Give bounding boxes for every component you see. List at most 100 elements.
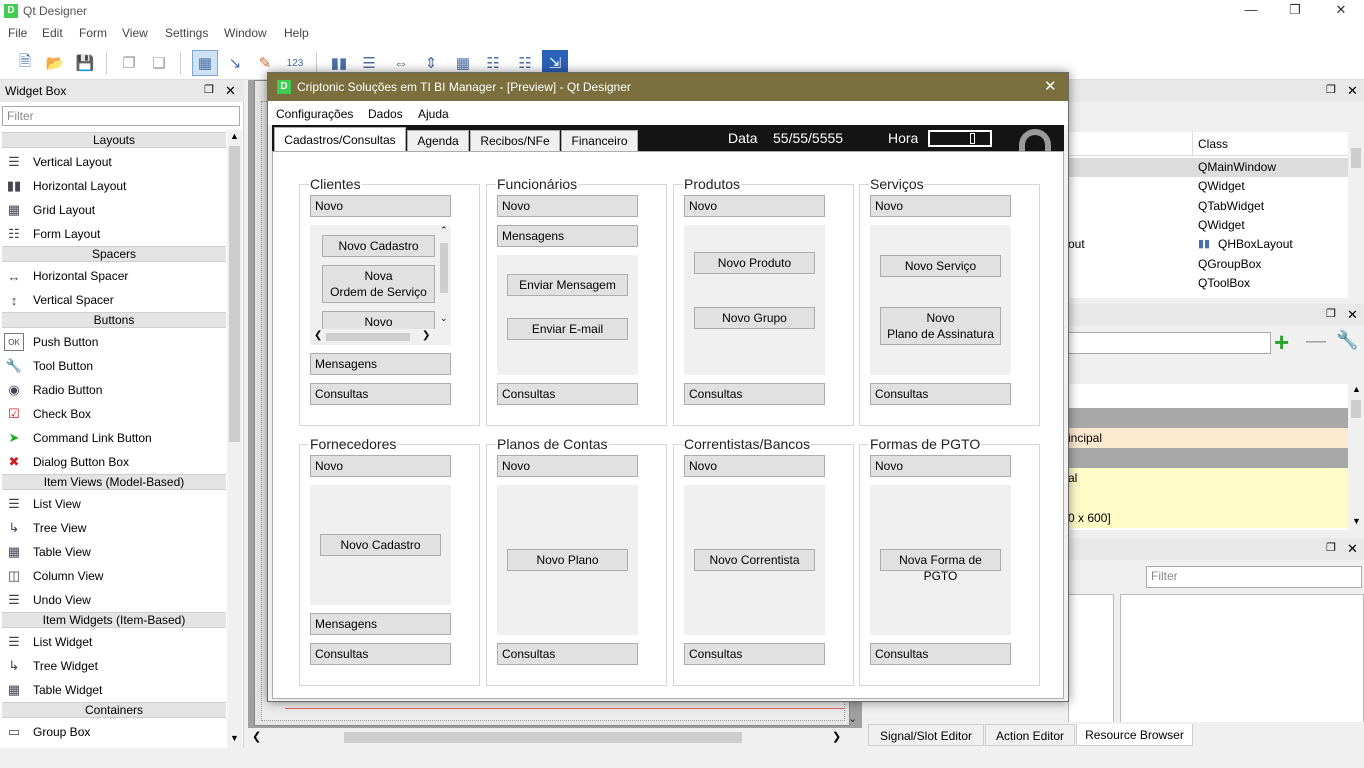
novo-button[interactable]: Novo (870, 195, 1011, 217)
widget-item-vertical-spacer[interactable]: ↕ Vertical Spacer (4, 288, 224, 312)
inner-vscrollbar[interactable]: ⌃ ⌄ (437, 225, 451, 329)
scroll-up-icon[interactable]: ▲ (1352, 384, 1361, 394)
inner-button-enviar-mensagem[interactable]: Enviar Mensagem (507, 274, 628, 296)
configure-icon[interactable]: 🔧 (1336, 330, 1358, 351)
close-icon[interactable]: ✕ (1347, 307, 1358, 323)
close-icon[interactable]: ✕ (1347, 541, 1358, 557)
widget-item-table-widget[interactable]: ▦ Table Widget (4, 678, 224, 702)
widget-item-command-link-button[interactable]: ➤ Command Link Button (4, 426, 224, 450)
tab-recibos-nfe[interactable]: Recibos/NFe (470, 130, 560, 152)
float-icon[interactable]: ❐ (1326, 307, 1336, 320)
mdi-hscrollbar[interactable]: ❮ ❯ (248, 728, 862, 748)
object-row[interactable]: QWidget (1068, 177, 1348, 196)
novo-button[interactable]: Novo (497, 195, 638, 217)
object-row[interactable]: QMainWindow (1068, 158, 1348, 177)
menu-settings[interactable]: Settings (165, 26, 208, 40)
property-row[interactable] (1068, 408, 1364, 428)
consultas-button[interactable]: Consultas (684, 383, 825, 405)
widget-item-table-view[interactable]: ▦ Table View (4, 540, 224, 564)
menu-configuracoes[interactable]: Configurações (276, 107, 353, 121)
inner-button-nova-ordem-de-servico[interactable]: Nova Ordem de Serviço (322, 265, 435, 303)
widget-item-radio-button[interactable]: ◉ Radio Button (4, 378, 224, 402)
consultas-button[interactable]: Consultas (870, 643, 1011, 665)
consultas-button[interactable]: Consultas (310, 383, 451, 405)
consultas-button[interactable]: Consultas (497, 643, 638, 665)
scroll-thumb[interactable] (1351, 148, 1361, 168)
menu-file[interactable]: File (8, 26, 27, 40)
novo-button[interactable]: Novo (684, 455, 825, 477)
mensagens-button[interactable]: Mensagens (497, 225, 638, 247)
menu-form[interactable]: Form (79, 26, 107, 40)
scroll-thumb[interactable] (1351, 400, 1361, 418)
tab-financeiro[interactable]: Financeiro (561, 130, 638, 152)
class-column-header[interactable]: Class (1198, 137, 1228, 151)
scroll-thumb[interactable] (344, 732, 742, 743)
bring-to-front-icon[interactable]: ❏ (146, 50, 172, 76)
scroll-down-icon[interactable]: ▼ (1352, 516, 1361, 526)
object-row[interactable]: QGroupBox (1068, 255, 1348, 274)
inner-button-enviar-e-mail[interactable]: Enviar E-mail (507, 318, 628, 340)
widget-box-scrollbar[interactable]: ▲ ▼ (227, 130, 242, 748)
object-row[interactable]: out ▮▮ QHBoxLayout (1068, 235, 1348, 254)
category-spacers[interactable]: Spacers (2, 246, 226, 262)
inner-button-novo-produto[interactable]: Novo Produto (694, 252, 815, 274)
save-form-icon[interactable]: 💾 (72, 50, 98, 76)
edit-signals-slots-icon[interactable]: ↘ (222, 50, 248, 76)
menu-edit[interactable]: Edit (42, 26, 63, 40)
float-icon[interactable]: ❐ (1326, 541, 1336, 554)
tab-action-editor[interactable]: Action Editor (985, 724, 1075, 746)
object-tree-scrollbar[interactable] (1348, 132, 1364, 298)
tab-agenda[interactable]: Agenda (407, 130, 469, 152)
widget-item-tree-widget[interactable]: ↳ Tree Widget (4, 654, 224, 678)
float-icon[interactable]: ❐ (1326, 83, 1336, 96)
property-row[interactable] (1068, 488, 1364, 508)
scroll-down-icon[interactable]: ▼ (230, 733, 239, 743)
widget-item-column-view[interactable]: ◫ Column View (4, 564, 224, 588)
widget-item-horizontal-spacer[interactable]: ↔ Horizontal Spacer (4, 264, 224, 288)
category-buttons[interactable]: Buttons (2, 312, 226, 328)
edit-widgets-icon[interactable]: ▦ (192, 50, 218, 76)
inner-button-novo-cadastro[interactable]: Novo Cadastro (320, 534, 441, 556)
property-row[interactable]: 0 x 600] (1068, 508, 1364, 528)
object-row[interactable]: QToolBox (1068, 274, 1348, 293)
widget-filter-input[interactable]: Filter (2, 106, 240, 126)
tab-signal-slot-editor[interactable]: Signal/Slot Editor (868, 724, 984, 746)
property-scrollbar[interactable]: ▲ ▼ (1348, 384, 1364, 530)
property-filter-input[interactable] (1068, 332, 1271, 354)
new-form-icon[interactable]: 🗎 (12, 50, 38, 76)
remove-property-icon[interactable]: — (1306, 330, 1326, 353)
inner-button-novo-correntista[interactable]: Novo Correntista (694, 549, 815, 571)
category-containers[interactable]: Containers (2, 702, 226, 718)
send-to-back-icon[interactable]: ❐ (116, 50, 142, 76)
widget-item-group-box[interactable]: ▭ Group Box (4, 720, 224, 744)
restore-icon[interactable]: ❐ (1280, 2, 1310, 18)
menu-dados[interactable]: Dados (368, 107, 403, 121)
widget-item-grid-layout[interactable]: ▦ Grid Layout (4, 198, 224, 222)
menu-ajuda[interactable]: Ajuda (418, 107, 449, 121)
widget-item-vertical-layout[interactable]: ☰ Vertical Layout (4, 150, 224, 174)
close-icon[interactable]: ✕ (1347, 83, 1358, 99)
novo-button[interactable]: Novo (310, 455, 451, 477)
scroll-up-icon[interactable]: ▲ (230, 131, 239, 141)
widget-item-tool-button[interactable]: 🔧 Tool Button (4, 354, 224, 378)
resource-filter-input[interactable]: Filter (1146, 566, 1362, 588)
widget-item-list-widget[interactable]: ☰ List Widget (4, 630, 224, 654)
widget-item-list-view[interactable]: ☰ List View (4, 492, 224, 516)
widget-item-push-button[interactable]: OK Push Button (4, 330, 224, 354)
mensagens-button[interactable]: Mensagens (310, 353, 451, 375)
object-row[interactable]: QTabWidget (1068, 197, 1348, 216)
inner-button-nova-forma-de-pgto[interactable]: Nova Forma de PGTO (880, 549, 1001, 583)
minimize-icon[interactable]: — (1236, 2, 1266, 17)
open-form-icon[interactable]: 📂 (42, 50, 68, 76)
menu-view[interactable]: View (122, 26, 148, 40)
tab-resource-browser[interactable]: Resource Browser (1076, 724, 1193, 746)
tab-cadastros-consultas[interactable]: Cadastros/Consultas (274, 127, 406, 152)
close-icon[interactable]: ✕ (1326, 2, 1356, 18)
scroll-down-icon[interactable]: ⌄ (848, 712, 857, 725)
category-item-widgets-item-based[interactable]: Item Widgets (Item-Based) (2, 612, 226, 628)
property-row[interactable] (1068, 448, 1364, 468)
inner-button-novo-grupo[interactable]: Novo Grupo (694, 307, 815, 329)
novo-button[interactable]: Novo (870, 455, 1011, 477)
inner-button-novo-plano-de-assinatura[interactable]: Novo Plano de Assinatura (880, 307, 1001, 345)
inner-button-novo-cadastro[interactable]: Novo Cadastro (322, 235, 435, 257)
